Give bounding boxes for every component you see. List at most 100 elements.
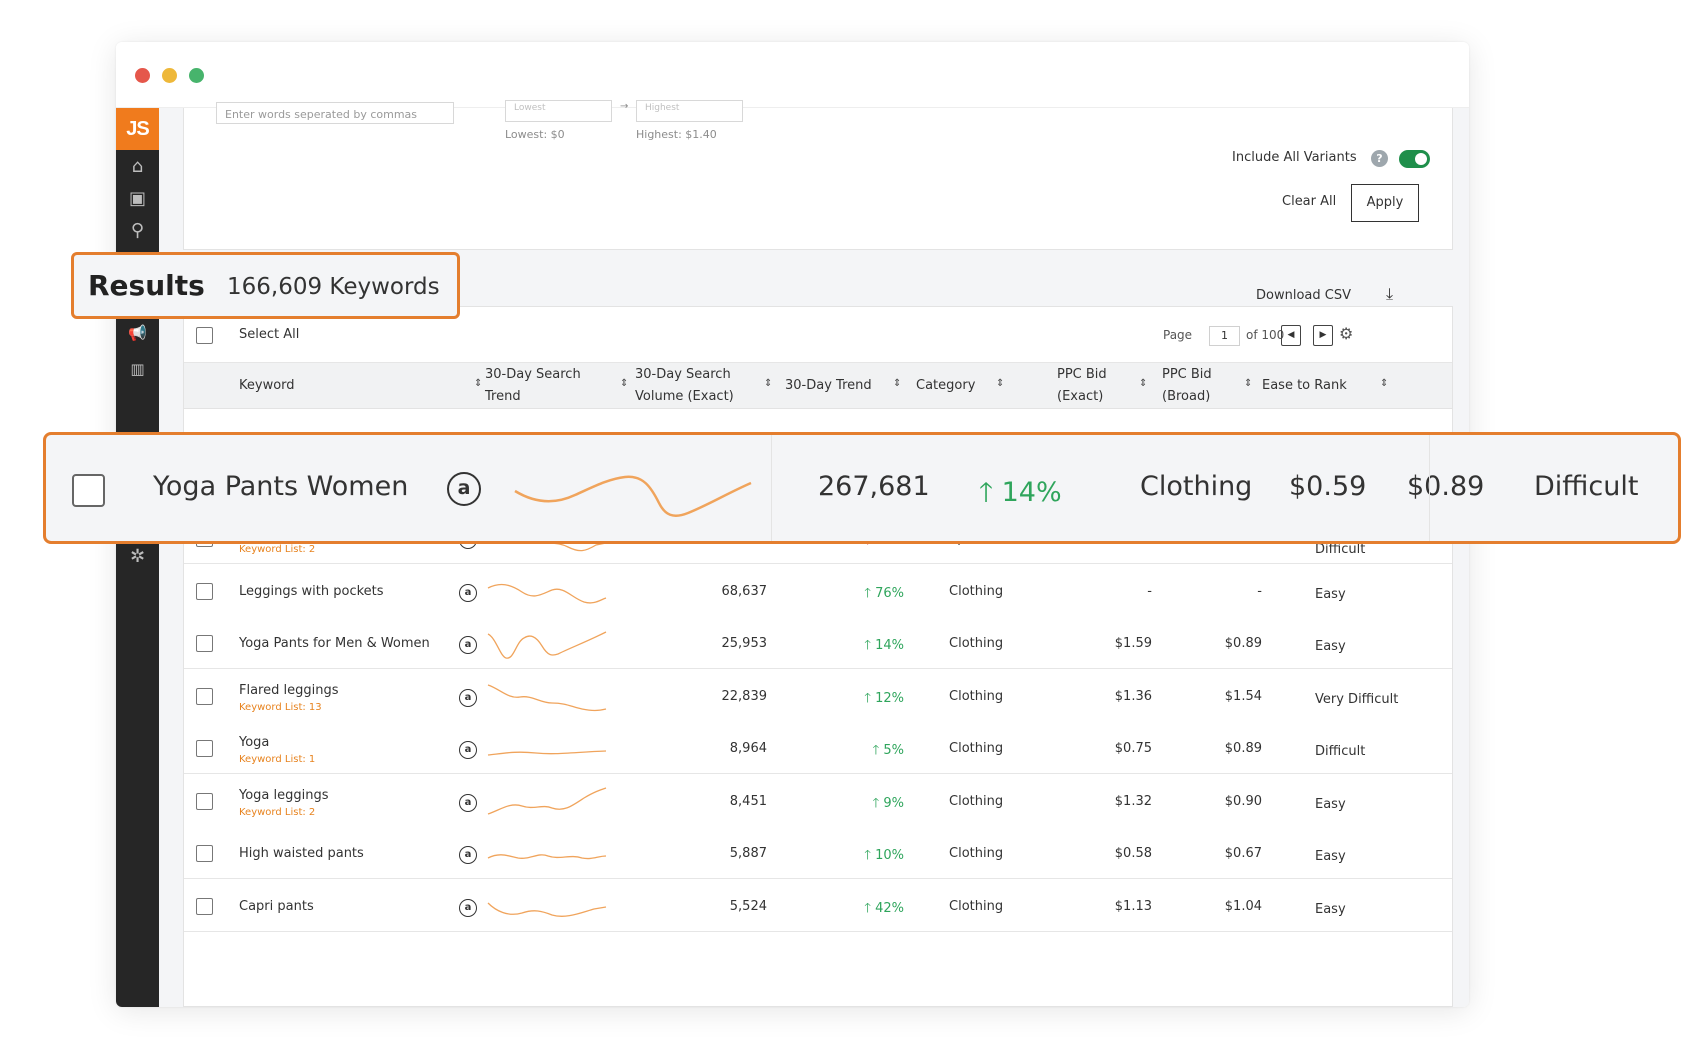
home-icon[interactable]: ⌂ xyxy=(116,156,159,177)
row-checkbox[interactable] xyxy=(196,897,213,915)
column-header-volume[interactable]: 30-Day Search Volume (Exact) xyxy=(635,364,734,408)
apply-button[interactable]: Apply xyxy=(1351,184,1419,222)
search-trend-sparkline xyxy=(487,750,607,756)
sort-trend-icon[interactable]: ⇕ xyxy=(893,378,901,389)
ppc-lowest-input[interactable]: Lowest xyxy=(505,100,612,122)
ppc-bid-exact: $0.75 xyxy=(1114,741,1152,756)
help-icon[interactable]: ? xyxy=(1371,150,1388,167)
ppc-highest-input[interactable]: Highest xyxy=(636,100,743,122)
settings-icon[interactable]: ✲ xyxy=(116,546,159,567)
sort-volume-icon[interactable]: ⇕ xyxy=(764,378,772,389)
column-header-category[interactable]: Category xyxy=(916,375,975,397)
ppc-bid-broad: $0.89 xyxy=(1224,741,1262,756)
previous-page-button[interactable]: ◀ xyxy=(1281,325,1301,346)
row-checkbox[interactable] xyxy=(196,687,213,705)
table-row[interactable]: High waisted pants a 5,887 🡑 10% Clothin… xyxy=(184,826,1452,879)
close-window-button[interactable] xyxy=(135,68,150,83)
next-page-button[interactable]: ▶ xyxy=(1313,325,1333,346)
include-variants-toggle[interactable] xyxy=(1399,150,1430,168)
trend-up-icon: 🡑 xyxy=(864,848,876,863)
trend-value: 🡑 76% xyxy=(864,585,904,601)
row-checkbox[interactable] xyxy=(196,792,213,810)
keyword-list-tag[interactable]: Keyword List: 13 xyxy=(239,702,322,713)
trend-value: 🡑 5% xyxy=(872,743,904,758)
sort-keyword-icon[interactable]: ⇕ xyxy=(474,378,482,389)
row-checkbox[interactable] xyxy=(196,635,213,652)
table-row[interactable]: Yoga Pants for Men & Women a 25,953 🡑 14… xyxy=(184,616,1452,669)
row-checkbox[interactable] xyxy=(196,845,213,862)
keyword-list-tag[interactable]: Keyword List: 2 xyxy=(239,807,315,818)
ease-to-rank: Very Difficult xyxy=(1315,691,1399,707)
row-checkbox[interactable] xyxy=(196,740,213,757)
page-total: of 100 xyxy=(1246,328,1285,342)
results-title: Results xyxy=(88,269,205,302)
column-settings-icon[interactable]: ⚙ xyxy=(1339,324,1353,343)
search-volume: 68,637 xyxy=(721,583,768,599)
amazon-icon[interactable]: a xyxy=(459,583,477,602)
download-icon[interactable]: ⤓ xyxy=(1386,284,1393,304)
page-number-input[interactable]: 1 xyxy=(1209,326,1240,346)
bar-chart-icon[interactable]: ▥ xyxy=(116,360,159,378)
column-header-trend[interactable]: 30-Day Trend xyxy=(785,375,872,397)
search-icon[interactable]: ⚲ xyxy=(116,220,159,241)
sort-category-icon[interactable]: ⇕ xyxy=(996,378,1004,389)
keyword-text: Leggings with pockets xyxy=(239,583,384,599)
column-header-ease[interactable]: Ease to Rank xyxy=(1262,375,1347,397)
table-row[interactable]: Yoga Keyword List: 1 a 8,964 🡑 5% Clothi… xyxy=(184,721,1452,774)
search-volume: 5,524 xyxy=(729,898,767,914)
amazon-icon[interactable]: a xyxy=(459,898,477,917)
include-words-input[interactable]: Enter words seperated by commas xyxy=(216,102,454,124)
jungle-scout-logo[interactable]: JS xyxy=(116,108,159,150)
row-checkbox[interactable] xyxy=(72,474,105,507)
keyword-text: Capri pants xyxy=(239,898,314,914)
ease-to-rank: Easy xyxy=(1315,849,1346,864)
row-checkbox[interactable] xyxy=(196,582,213,600)
amazon-icon[interactable]: a xyxy=(447,472,481,506)
minimize-window-button[interactable] xyxy=(162,68,177,83)
main-content: Enter words seperated by commas Lowest →… xyxy=(159,100,1469,1007)
download-csv-button[interactable]: Download CSV xyxy=(1256,288,1351,303)
amazon-icon[interactable]: a xyxy=(459,636,477,654)
search-volume: 8,964 xyxy=(729,741,767,756)
column-header-ppc-broad[interactable]: PPC Bid (Broad) xyxy=(1162,364,1212,408)
select-all-checkbox[interactable] xyxy=(196,327,213,344)
category: Clothing xyxy=(949,898,1004,914)
column-header-ppc-exact[interactable]: PPC Bid (Exact) xyxy=(1057,364,1107,408)
amazon-icon[interactable]: a xyxy=(459,793,477,812)
keyword-list-tag[interactable]: Keyword List: 2 xyxy=(239,544,315,555)
search-trend-sparkline xyxy=(514,475,752,517)
column-header-trend-graph[interactable]: 30-Day Search Trend xyxy=(485,364,581,408)
ease-to-rank: Difficult xyxy=(1534,471,1639,502)
sort-trend-graph-icon[interactable]: ⇕ xyxy=(620,378,628,389)
keyword-list-tag[interactable]: Keyword List: 1 xyxy=(239,754,315,765)
ppc-bid-broad: $1.04 xyxy=(1224,898,1262,914)
amazon-icon[interactable]: a xyxy=(459,688,477,707)
sort-ppc-broad-icon[interactable]: ⇕ xyxy=(1244,378,1252,389)
clear-all-button[interactable]: Clear All xyxy=(1282,194,1336,209)
maximize-window-button[interactable] xyxy=(189,68,204,83)
category: Clothing xyxy=(949,846,1004,861)
highlighted-table-row[interactable]: Yoga Pants Women a 267,681 🡑 14% Clothin… xyxy=(43,432,1681,544)
ppc-bid-exact: $0.58 xyxy=(1114,846,1152,861)
table-row[interactable]: Yoga leggings Keyword List: 2 a 8,451 🡑 … xyxy=(184,773,1452,827)
column-header-keyword[interactable]: Keyword xyxy=(239,375,295,397)
table-row[interactable]: Leggings with pockets a 68,637 🡑 76% Clo… xyxy=(184,563,1452,617)
trend-up-icon: 🡑 xyxy=(864,585,876,601)
sort-ppc-exact-icon[interactable]: ⇕ xyxy=(1139,378,1147,389)
amazon-icon[interactable]: a xyxy=(459,846,477,864)
keyword-text: High waisted pants xyxy=(239,846,364,861)
ppc-bid-broad: $0.67 xyxy=(1224,846,1262,861)
trend-value: 🡑 42% xyxy=(864,900,904,916)
product-database-icon[interactable]: ▣ xyxy=(116,188,159,209)
search-volume: 22,839 xyxy=(721,688,768,704)
sort-ease-icon[interactable]: ⇕ xyxy=(1380,378,1388,389)
amazon-icon[interactable]: a xyxy=(459,741,477,759)
select-all-label: Select All xyxy=(239,327,300,342)
table-row[interactable]: Capri pants a 5,524 🡑 42% Clothing $1.13… xyxy=(184,878,1452,932)
table-row[interactable]: Flared leggings Keyword List: 13 a 22,83… xyxy=(184,668,1452,722)
trend-up-icon: 🡑 xyxy=(872,795,884,811)
ease-to-rank: Easy xyxy=(1315,901,1346,917)
ppc-bid-broad: $0.89 xyxy=(1224,636,1262,651)
ppc-bid-exact: - xyxy=(1147,583,1152,599)
megaphone-icon[interactable]: 📢 xyxy=(116,324,159,342)
